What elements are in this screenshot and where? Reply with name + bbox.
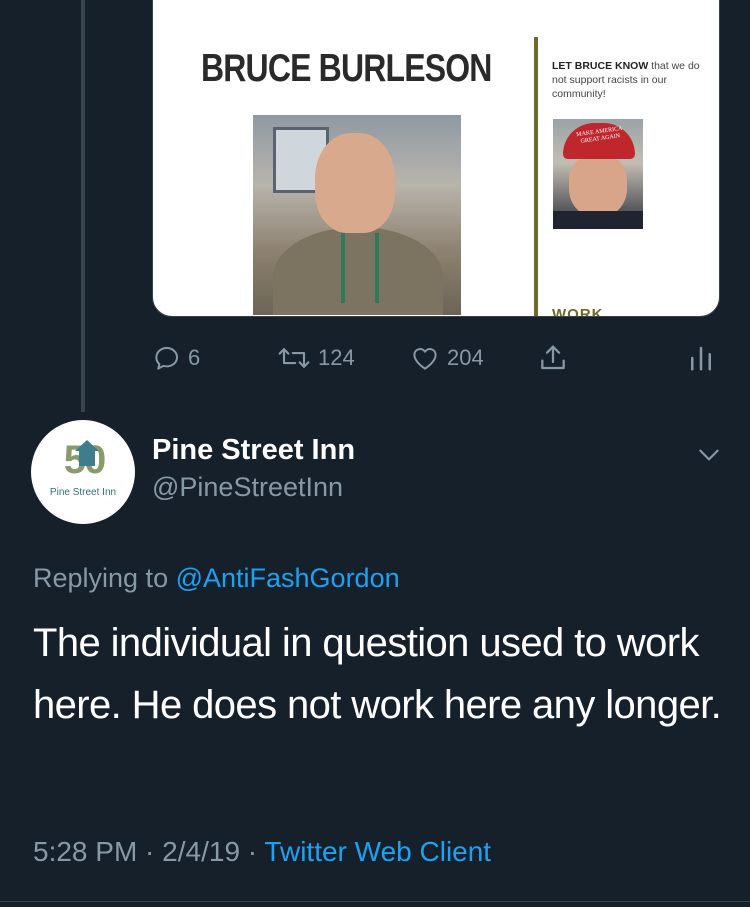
reply-count: 6 bbox=[188, 345, 201, 370]
avatar[interactable]: 50 Pine Street Inn bbox=[31, 420, 135, 524]
share-icon bbox=[541, 345, 565, 370]
parent-tweet-action-bar: 6 124 204 bbox=[0, 338, 750, 378]
house-icon bbox=[79, 450, 95, 466]
retweet-count: 124 bbox=[318, 345, 355, 370]
like-button[interactable]: 204 bbox=[409, 338, 484, 378]
bottom-divider bbox=[0, 901, 750, 902]
avatar-logo-text: Pine Street Inn bbox=[49, 487, 117, 498]
replying-to-line: Replying to @AntiFashGordon bbox=[33, 563, 400, 594]
poster-side-text: LET BRUCE KNOW that we do not support ra… bbox=[552, 59, 702, 101]
reply-button[interactable]: 6 bbox=[152, 338, 200, 378]
poster-side-text-bold: LET BRUCE KNOW bbox=[552, 60, 649, 72]
poster-cut-off-text: WORK bbox=[552, 306, 604, 317]
tweet-thread-page: BRUCE BURLESON LET BRUCE KNOW that we do… bbox=[0, 0, 750, 907]
heart-icon bbox=[413, 348, 437, 370]
reply-icon bbox=[155, 347, 178, 370]
tweet-time[interactable]: 5:28 PM bbox=[33, 836, 137, 867]
poster-headline: BRUCE BURLESON bbox=[201, 47, 492, 90]
chevron-down-icon[interactable] bbox=[696, 442, 722, 468]
replying-to-label: Replying to bbox=[33, 563, 176, 593]
mention-link[interactable]: @AntiFashGordon bbox=[176, 563, 400, 593]
poster-divider bbox=[534, 37, 538, 316]
meta-separator: · bbox=[240, 836, 265, 867]
user-handle[interactable]: @PineStreetInn bbox=[152, 472, 343, 503]
tweet-date[interactable]: 2/4/19 bbox=[162, 836, 240, 867]
tweet-text: The individual in question used to work … bbox=[33, 621, 722, 727]
share-button[interactable] bbox=[537, 338, 569, 378]
poster-small-photo: MAKE AMERICA GREAT AGAIN bbox=[553, 119, 643, 229]
analytics-button[interactable] bbox=[688, 338, 714, 378]
poster-main-photo bbox=[253, 115, 461, 315]
like-count: 204 bbox=[447, 345, 484, 370]
tweet-meta: 5:28 PM · 2/4/19 · Twitter Web Client bbox=[33, 836, 491, 868]
retweet-button[interactable]: 124 bbox=[276, 338, 355, 378]
embedded-image-card[interactable]: BRUCE BURLESON LET BRUCE KNOW that we do… bbox=[152, 0, 720, 317]
meta-separator: · bbox=[137, 836, 163, 867]
retweet-icon bbox=[278, 348, 310, 368]
display-name[interactable]: Pine Street Inn bbox=[152, 434, 355, 467]
client-link[interactable]: Twitter Web Client bbox=[264, 836, 491, 867]
analytics-icon bbox=[691, 346, 711, 371]
